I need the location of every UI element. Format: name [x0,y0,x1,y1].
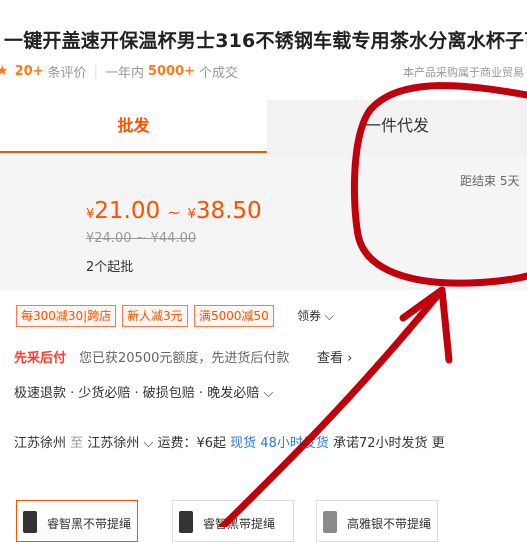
ship-from: 江苏徐州 [14,436,67,451]
view-credit-link[interactable]: 查看 › [317,347,352,366]
sales-prefix: 一年内 [104,65,144,81]
service-guarantees[interactable]: 极速退款 · 少货必赔 · 破损包赔 · 晚发必赔 ⌵ [14,382,273,401]
variant-label: 高雅银不带提绳 [347,517,432,531]
ship-to-word: 至 [70,436,84,451]
shipping-row: 江苏徐州 至 江苏徐州 ⌵ 运费：¥6起 现货 48小时发货 承诺72小时发货 … [14,432,445,451]
sales-count: 5000+ [147,63,196,79]
trade-disclaimer: 本产品采购属于商业贸易 [403,66,524,79]
variant-thumbnail [23,511,37,533]
pay-later-text: 您已获20500元额度，先进货后付款 [79,351,290,366]
rating-count[interactable]: 20+ [15,64,44,79]
coupon-tag[interactable]: 新人减3元 [122,305,188,327]
original-price: ¥24.00 ~ ¥44.00 [86,231,197,246]
more-link[interactable]: 更 [432,436,445,451]
coupon-tag[interactable]: 满5000减50 [194,305,274,327]
price-range: ¥21.00 ~ ¥38.50 [86,198,262,224]
stock-badge: 现货 [230,436,257,451]
variant-thumbnail [179,511,193,533]
get-coupon-button[interactable]: 领券 ⌵ [297,307,334,324]
promo-countdown: 距结束 5天 [460,174,520,188]
coupon-tag[interactable]: 每300减30|跨店 [16,305,117,327]
shipping-fee: ⌵ 运费：¥6起 [143,436,226,451]
rating-label[interactable]: 条评价 [48,62,87,81]
rating-row: ★ 20+ 条评价 | 一年内 5000+ 个成交 [0,61,238,81]
tab-wholesale[interactable]: 批发 [0,100,267,156]
pay-later-tag: 先采后付 [14,351,67,366]
annotation-arrow-head [399,286,453,364]
variant-option[interactable]: 睿智黑不带提绳 [16,500,138,542]
product-title: 一键开盖速开保温杯男士316不锈钢车载专用茶水分离水杯子可 [4,30,527,52]
price-low: 21.00 [94,198,161,224]
ship-to-select[interactable]: 江苏徐州 [87,436,139,451]
price-tilde: ~ [167,203,181,222]
price-panel [0,156,527,290]
sales-suffix: 个成交 [199,65,239,81]
variant-option[interactable]: 睿智黑带提绳 [172,500,294,542]
variant-label: 睿智黑带提绳 [203,517,276,531]
variant-option[interactable]: 高雅银不带提绳 [316,500,438,542]
star-icon: ★ [0,63,9,79]
tab-dropship[interactable]: 一件代发 [267,100,527,156]
dispatch-72h: 承诺72小时发货 [332,436,428,451]
active-tab-indicator [0,151,267,153]
price-high: 38.50 [195,198,262,224]
variant-thumbnail [323,511,337,533]
minimum-order: 2个起批 [86,260,134,275]
variant-label: 睿智黑不带提绳 [47,517,132,531]
dispatch-48h: 48小时发货 [260,436,329,451]
currency-symbol: ¥ [187,207,196,222]
divider: | [93,63,98,79]
